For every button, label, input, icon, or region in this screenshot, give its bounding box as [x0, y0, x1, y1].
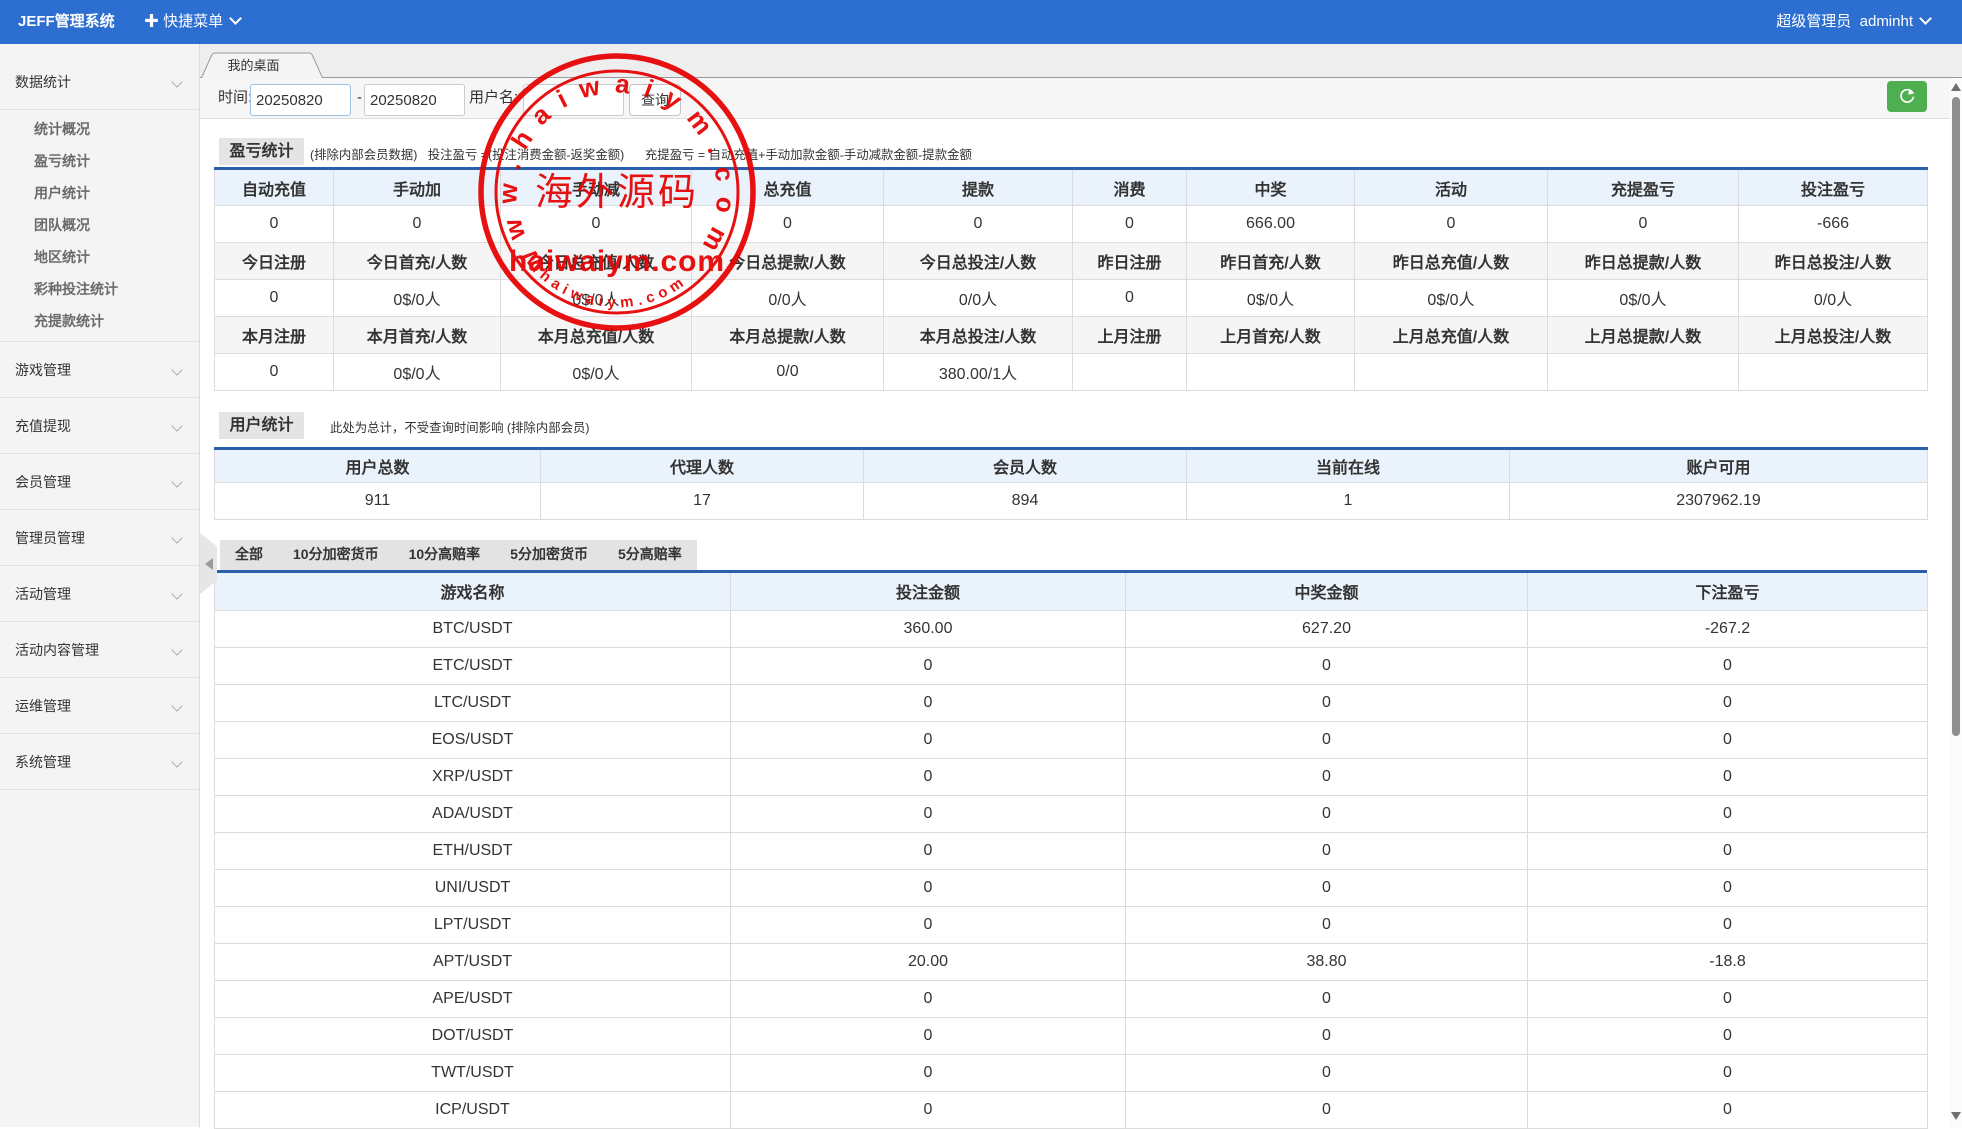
svg-text:海外源码: 海外源码 [535, 172, 699, 214]
svg-text:haiwaiym.com: haiwaiym.com [509, 245, 725, 278]
